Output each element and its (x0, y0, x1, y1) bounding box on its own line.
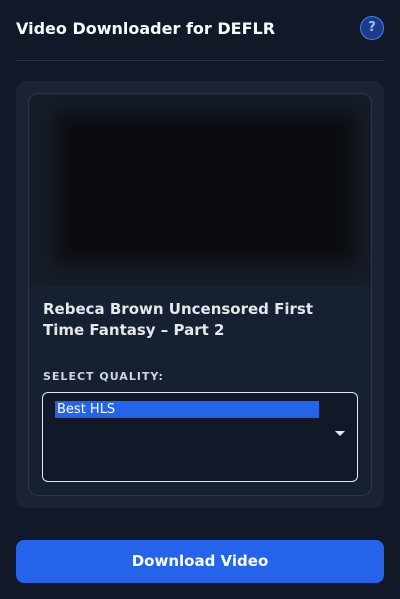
quality-option-selected[interactable]: Best HLS (55, 401, 319, 418)
video-panel: Rebeca Brown Uncensored First Time Fanta… (16, 81, 384, 508)
help-button[interactable]: ? (360, 16, 384, 40)
quality-label: SELECT QUALITY: (43, 370, 164, 383)
app-title: Video Downloader for DEFLR (16, 19, 276, 38)
video-thumbnail-area (30, 95, 370, 285)
header: Video Downloader for DEFLR ? (16, 0, 384, 61)
video-thumbnail (56, 113, 356, 263)
chevron-down-icon[interactable] (335, 431, 345, 436)
question-mark-icon: ? (368, 20, 376, 35)
download-button[interactable]: Download Video (16, 540, 384, 583)
video-title: Rebeca Brown Uncensored First Time Fanta… (43, 300, 314, 339)
quality-select[interactable]: Best HLS (42, 392, 358, 482)
video-card: Rebeca Brown Uncensored First Time Fanta… (28, 93, 372, 496)
